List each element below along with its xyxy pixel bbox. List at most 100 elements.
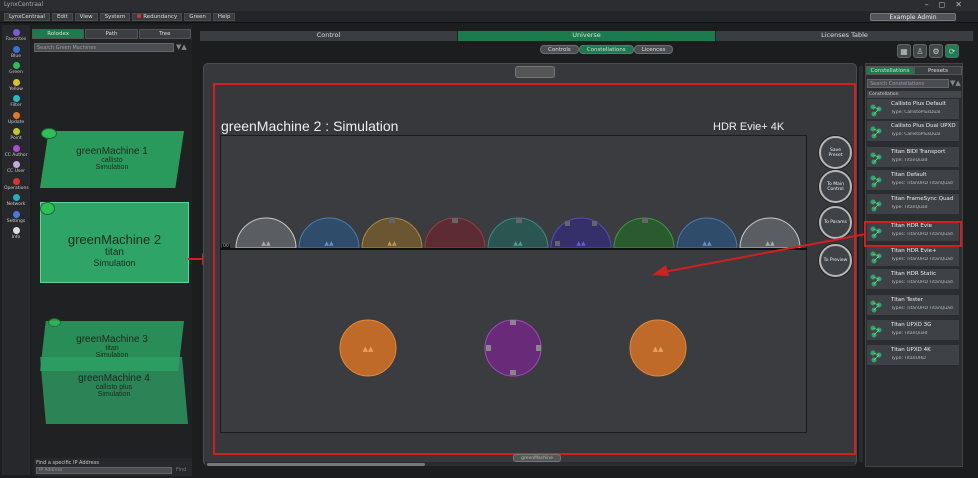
- toolbar-icons: ▦ ♙ ⚙ ⟳: [895, 44, 959, 58]
- constellation-type: Type: TitanUHD: [891, 356, 926, 361]
- machine-name: greenMachine 1: [76, 146, 148, 157]
- zoom-control[interactable]: [515, 66, 555, 78]
- constellation-search-input[interactable]: Search Constellations: [867, 79, 949, 88]
- rail-item[interactable]: Operations: [4, 177, 29, 193]
- tab-constellations-list[interactable]: Constellations: [866, 66, 914, 75]
- constellation-icon: [870, 104, 882, 117]
- machine-mode: Simulation: [97, 391, 131, 398]
- rail-item-label: Settings: [6, 218, 26, 224]
- filter-icon[interactable]: ▼▲: [176, 43, 187, 51]
- machine-mode: Simulation: [93, 258, 136, 268]
- menu-view[interactable]: View: [74, 13, 98, 21]
- rail-dot-icon: [12, 144, 20, 152]
- menu-redundancy[interactable]: Redundancy: [132, 13, 183, 21]
- refresh-icon[interactable]: ⟳: [945, 44, 959, 58]
- constellation-item[interactable]: Titan Tester Types: TitanUHD TitanQuad: [867, 295, 959, 316]
- machine-search-input[interactable]: Search Green Machines: [34, 43, 174, 52]
- rail-item[interactable]: Point: [4, 128, 28, 143]
- constellation-item[interactable]: Titan FrameSync Quad Type: TitanQuad: [867, 194, 959, 215]
- constellation-name: Titan HDR Static: [891, 271, 937, 277]
- tab-licences[interactable]: Licences: [633, 45, 674, 54]
- rail-dot-icon: [12, 227, 20, 234]
- constellation-icon: [870, 152, 882, 165]
- scrollbar-thumb[interactable]: [207, 463, 425, 466]
- main-tabs: Control Universe Licenses Table: [200, 31, 974, 41]
- constellation-icon: [870, 199, 882, 212]
- rail-item[interactable]: Green: [4, 62, 28, 77]
- machine-card-2[interactable]: greenMachine 2 titan Simulation: [40, 202, 189, 283]
- rail-item[interactable]: Settings: [4, 210, 28, 226]
- find-button[interactable]: Find: [176, 467, 186, 473]
- constellation-item[interactable]: Titan UPXD 3G Type: TitanQuad: [867, 320, 959, 341]
- user-icon[interactable]: ♙: [913, 44, 927, 58]
- tab-constellations[interactable]: Constellations: [578, 45, 634, 54]
- constellation-type: Type: TitanQuad: [891, 158, 928, 163]
- machine-tabs: Rolodex Path Tree: [32, 29, 192, 39]
- machine-name: greenMachine 4: [78, 373, 150, 384]
- constellation-name: Titan UPXD 4K: [891, 347, 931, 353]
- constellation-item[interactable]: Callisto Plus Default Type: CallistoPlusD…: [867, 99, 959, 120]
- title-bar: LynxCentraal –◻✕: [0, 0, 978, 11]
- tab-universe[interactable]: Universe: [458, 31, 716, 41]
- tab-tree[interactable]: Tree: [138, 29, 191, 39]
- machine-type: callisto: [101, 157, 123, 164]
- window-controls[interactable]: –◻✕: [925, 0, 972, 9]
- rail-dot-icon: [12, 111, 20, 119]
- rail-item-label: CC User: [7, 169, 25, 174]
- machine-name: greenMachine 2: [67, 232, 162, 247]
- menu-system[interactable]: System: [99, 13, 131, 21]
- rail-dot-icon: [12, 78, 20, 86]
- rail-item[interactable]: Filter: [4, 95, 28, 110]
- constellation-icon: [870, 126, 882, 139]
- constellation-icon: [870, 274, 882, 287]
- grid-icon[interactable]: ▦: [897, 44, 911, 58]
- constellation-icon: [870, 251, 882, 264]
- rail-item[interactable]: Info: [4, 227, 28, 242]
- constellation-item[interactable]: Callisto Plus Dual UPXD Type: CallistoPlu…: [867, 121, 959, 142]
- tab-path[interactable]: Path: [85, 29, 138, 39]
- tab-presets[interactable]: Presets: [914, 66, 962, 75]
- constellation-item[interactable]: Titan Default Types: TitanUHD TitanQuad: [867, 170, 959, 191]
- rail-item[interactable]: Blue: [4, 45, 28, 61]
- machine-card-1[interactable]: greenMachine 1 callisto Simulation: [40, 131, 184, 188]
- rail-item[interactable]: CC User: [4, 161, 28, 176]
- constellation-item[interactable]: Titan HDR Evie+ Types: TitanUHD TitanQuad: [867, 246, 959, 267]
- user-button[interactable]: Example Admin: [870, 13, 956, 21]
- machine-card-4[interactable]: greenMachine 4 callisto plus Simulation: [40, 357, 188, 424]
- rail-item-label: Network: [6, 202, 26, 207]
- constellation-item[interactable]: Titan BIDI Transport Type: TitanQuad: [867, 147, 959, 168]
- rail-dot-icon: [12, 45, 20, 53]
- rail-item-label: Filter: [10, 103, 22, 108]
- constellation-icon: [870, 350, 882, 363]
- tab-control[interactable]: Control: [200, 31, 458, 41]
- settings-icon[interactable]: ⚙: [929, 44, 943, 58]
- rail-item[interactable]: Yellow: [4, 78, 28, 94]
- constellation-name: Callisto Plus Default: [891, 101, 946, 107]
- constellation-tabs: Constellations Presets: [866, 66, 962, 75]
- rail-item[interactable]: Favorites: [4, 29, 28, 44]
- rail-item-label: Info: [11, 235, 21, 240]
- menu-help[interactable]: Help: [212, 13, 236, 21]
- ip-address-input[interactable]: IP Address: [36, 467, 172, 474]
- rail-item-label: Update: [7, 119, 25, 125]
- rail-dot-icon: [12, 210, 20, 218]
- menu-lynxcentraal[interactable]: LynxCentraal: [4, 13, 50, 21]
- constellation-name: Callisto Plus Dual UPXD: [891, 123, 956, 129]
- rail-item[interactable]: Network: [4, 194, 28, 209]
- rail-dot-icon: [12, 161, 20, 168]
- menu-edit[interactable]: Edit: [51, 13, 73, 21]
- menu-green[interactable]: Green: [184, 13, 211, 21]
- constellation-type: Type: TitanQuad: [891, 331, 928, 336]
- tab-controls[interactable]: Controls: [540, 45, 579, 54]
- constellation-item[interactable]: Titan UPXD 4K Type: TitanUHD: [867, 345, 959, 366]
- tab-licenses-table[interactable]: Licenses Table: [716, 31, 974, 41]
- ip-label: Find a specific IP Address: [36, 460, 99, 466]
- tab-rolodex[interactable]: Rolodex: [32, 29, 85, 39]
- rail-item[interactable]: CC Author: [4, 144, 28, 160]
- rail-item-label: Point: [10, 136, 22, 141]
- rail-item-label: Favorites: [5, 37, 27, 42]
- rail-item[interactable]: Update: [4, 111, 28, 127]
- filter-icon[interactable]: ▼▲: [950, 79, 961, 87]
- constellation-item[interactable]: Titan HDR Static Types: TitanUHD TitanQua…: [867, 269, 959, 290]
- stage-bottom-label[interactable]: greenMachine: [513, 454, 561, 462]
